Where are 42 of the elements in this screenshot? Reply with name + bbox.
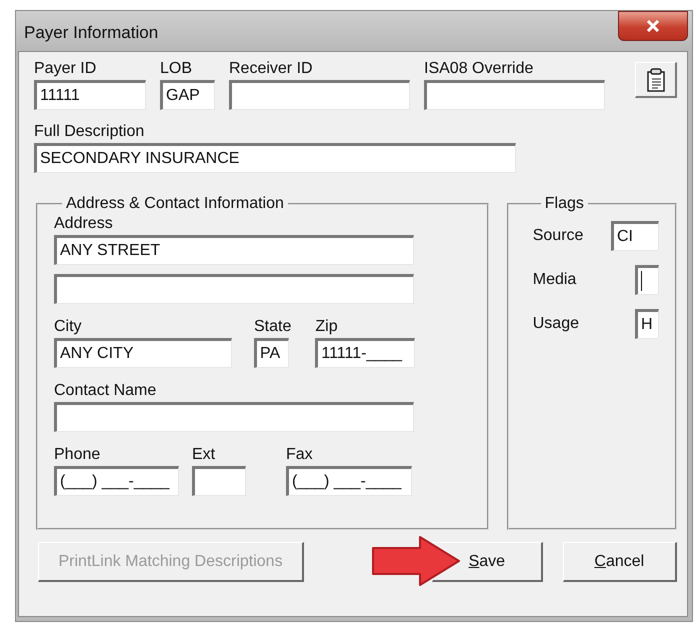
cancel-button[interactable]: Cancel	[562, 542, 677, 582]
field-label: Usage	[532, 314, 579, 334]
text-field[interactable]: GAP	[160, 80, 215, 110]
text-field[interactable]: (___) ___-____	[286, 466, 412, 496]
text-field[interactable]	[54, 274, 414, 304]
text-field[interactable]: 11111	[34, 80, 146, 110]
clipboard-button[interactable]	[635, 62, 677, 98]
text-field[interactable]	[192, 466, 246, 496]
text-field[interactable]: 11111-____	[315, 338, 416, 368]
close-icon	[646, 20, 660, 32]
field-label: LOB	[160, 59, 194, 79]
text-field[interactable]: (___) ___-____	[54, 466, 179, 496]
field-label: Source	[532, 226, 584, 246]
field-label: Full Description	[34, 122, 146, 142]
field-label: Media	[532, 270, 576, 290]
window-title: Payer Information	[23, 22, 158, 43]
text-field[interactable]: PA	[254, 338, 289, 368]
field-label: Contact Name	[54, 381, 158, 401]
field-label: ISA08 Override	[424, 59, 534, 79]
field-label: Payer ID	[34, 59, 98, 79]
group-title: Flags	[544, 195, 585, 213]
clipboard-icon	[644, 68, 666, 92]
field-label: City	[54, 317, 83, 337]
text-field[interactable]: ANY STREET	[54, 235, 414, 265]
field-label: Ext	[192, 445, 216, 465]
text-field[interactable]: ANY CITY	[54, 338, 232, 368]
text-field[interactable]	[229, 80, 410, 110]
field-label: State	[254, 317, 292, 337]
text-field[interactable]: SECONDARY INSURANCE	[34, 143, 516, 173]
field-label: Address	[54, 214, 114, 234]
text-field[interactable]	[424, 80, 605, 110]
field-label: Fax	[286, 445, 314, 465]
field-label: Zip	[315, 317, 339, 337]
close-button[interactable]	[618, 11, 688, 41]
field-label: Phone	[54, 445, 102, 465]
field-label: Receiver ID	[229, 59, 314, 79]
text-field[interactable]	[635, 265, 659, 295]
text-field[interactable]: CI	[611, 221, 659, 251]
group-title: Address & Contact Information	[65, 195, 285, 213]
text-field[interactable]	[54, 402, 414, 432]
arrow-icon	[370, 534, 462, 588]
text-field[interactable]: H	[635, 309, 659, 339]
